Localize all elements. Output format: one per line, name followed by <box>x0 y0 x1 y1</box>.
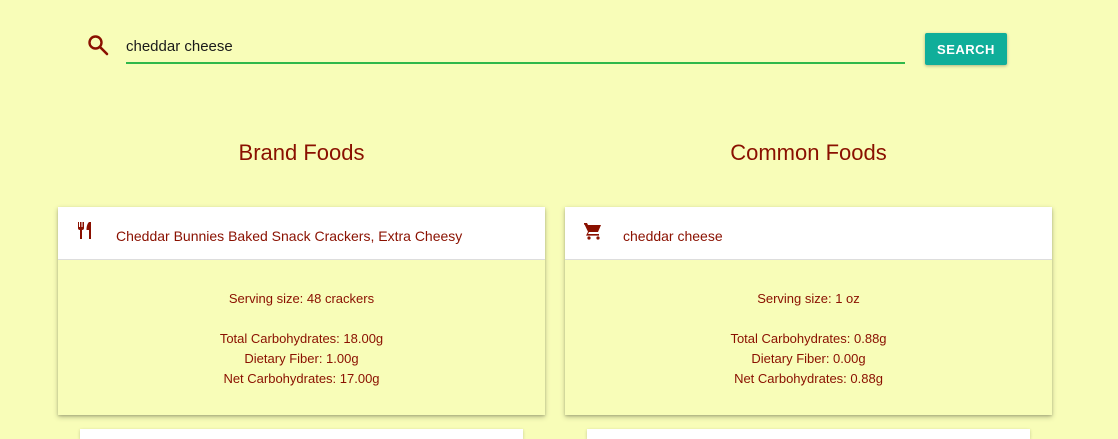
total-carbs: Total Carbohydrates: 18.00g <box>219 331 384 346</box>
search-input[interactable] <box>126 30 905 64</box>
net-carbs: Net Carbohydrates: 0.88g <box>734 371 883 386</box>
search-bar: SEARCH <box>0 0 1118 80</box>
food-card-brand[interactable]: Cheddar Bunnies Baked Snack Crackers, Ex… <box>58 207 545 415</box>
dietary-fiber: Dietary Fiber: 1.00g <box>244 351 359 366</box>
total-carbs: Total Carbohydrates: 0.88g <box>730 331 887 346</box>
search-button[interactable]: SEARCH <box>925 33 1007 65</box>
food-card-common-next <box>587 429 1030 439</box>
food-name: Cheddar Bunnies Baked Snack Crackers, Ex… <box>116 228 463 244</box>
food-card-common[interactable]: cheddar cheese Serving size: 1 oz Total … <box>565 207 1052 415</box>
food-card-brand-next <box>80 429 523 439</box>
fork-knife-icon <box>76 221 96 241</box>
shopping-cart-icon <box>583 221 603 241</box>
serving-size: Serving size: 48 crackers <box>228 291 375 306</box>
common-foods-heading: Common Foods <box>730 140 887 165</box>
card-header: Cheddar Bunnies Baked Snack Crackers, Ex… <box>58 207 545 260</box>
net-carbs: Net Carbohydrates: 17.00g <box>223 371 380 386</box>
dietary-fiber: Dietary Fiber: 0.00g <box>751 351 866 366</box>
card-header: cheddar cheese <box>565 207 1052 260</box>
serving-size: Serving size: 1 oz <box>757 291 860 306</box>
food-name: cheddar cheese <box>623 228 723 244</box>
brand-foods-heading: Brand Foods <box>238 140 365 165</box>
search-icon <box>86 33 110 57</box>
